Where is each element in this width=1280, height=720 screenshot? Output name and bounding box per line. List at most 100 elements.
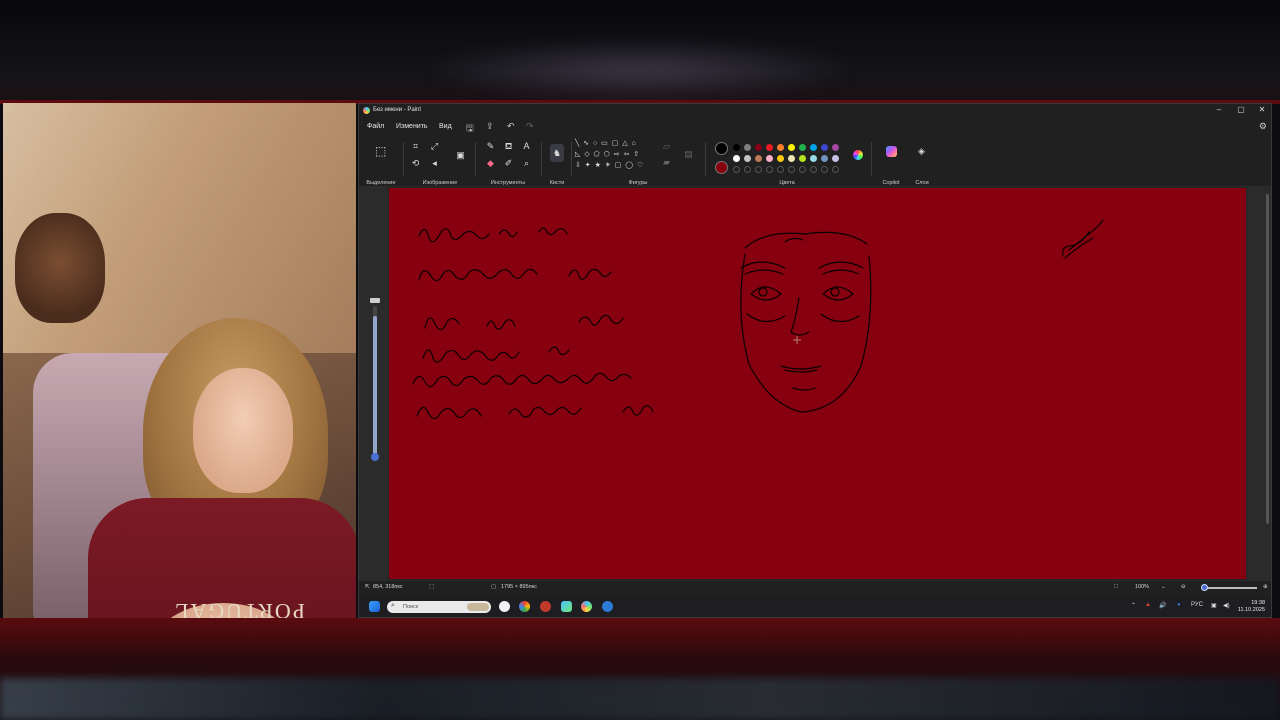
primary-color-swatch[interactable]	[715, 142, 728, 155]
selection-rect-icon[interactable]: ⬚	[375, 145, 386, 157]
save-icon[interactable]: 🖫	[466, 121, 474, 137]
custom-color-slot[interactable]	[799, 166, 806, 173]
copilot-icon[interactable]	[886, 146, 897, 157]
tray-app-icon[interactable]: ●	[1177, 602, 1181, 608]
fit-to-window-icon[interactable]: ⛶	[1114, 584, 1118, 591]
resize-icon[interactable]: ⤢	[429, 141, 440, 152]
color-swatch[interactable]	[832, 155, 839, 162]
flip-icon[interactable]: ◂	[429, 158, 440, 169]
color-swatch[interactable]	[821, 144, 828, 151]
color-swatch[interactable]	[799, 144, 806, 151]
rotate-icon[interactable]: ⟲	[410, 158, 421, 169]
scribble-line-6	[416, 405, 654, 420]
brush-size-slider[interactable]	[370, 298, 380, 461]
vertical-scrollbar[interactable]	[1266, 194, 1269, 524]
app-icon-blue[interactable]	[602, 601, 613, 612]
taskbar-search[interactable]: ⌕ Поиск	[387, 601, 491, 613]
system-clock[interactable]: 19:38 11.10.2025	[1238, 600, 1265, 614]
speaker-icon[interactable]: ◀)	[1223, 602, 1230, 609]
color-swatch[interactable]	[810, 144, 817, 151]
zoom-out-icon[interactable]: ⊖	[1181, 584, 1186, 590]
color-swatch[interactable]	[766, 155, 773, 162]
eraser-icon[interactable]: ◆	[485, 158, 496, 169]
text-tool-icon[interactable]: A	[521, 141, 532, 152]
app-icon-active[interactable]	[561, 601, 572, 612]
maximize-button[interactable]: ▢	[1234, 105, 1248, 114]
color-swatch[interactable]	[733, 155, 740, 162]
volume-icon[interactable]: 🔊	[1159, 602, 1166, 609]
close-button[interactable]: ✕	[1255, 105, 1269, 114]
canvas-workspace	[359, 186, 1271, 581]
color-swatch[interactable]	[788, 144, 795, 151]
zoom-in-icon[interactable]: ⊕	[1263, 584, 1268, 590]
zoom-dropdown-icon[interactable]: ⌄	[1161, 584, 1166, 590]
custom-color-slot[interactable]	[755, 166, 762, 173]
color-swatch[interactable]	[744, 144, 751, 151]
ribbon-divider	[705, 142, 706, 176]
shapes-row3-icon[interactable]: ⇩ ✦ ★ ✶ ▢ ◯ ♡	[575, 160, 655, 171]
redo-icon[interactable]: ↷	[526, 121, 534, 132]
custom-color-slot[interactable]	[821, 166, 828, 173]
ribbon-divider	[541, 142, 542, 176]
custom-color-slot[interactable]	[810, 166, 817, 173]
network-icon[interactable]: ▣	[1211, 602, 1217, 609]
color-swatch[interactable]	[832, 144, 839, 151]
fill-bucket-icon[interactable]: ⛾	[503, 141, 514, 152]
chrome-icon[interactable]	[519, 601, 530, 612]
start-windows-icon[interactable]	[369, 601, 380, 612]
color-swatch[interactable]	[788, 155, 795, 162]
slider-knob[interactable]	[371, 453, 379, 461]
color-swatch[interactable]	[755, 144, 762, 151]
custom-color-slot[interactable]	[788, 166, 795, 173]
undo-icon[interactable]: ↶	[507, 121, 515, 132]
shapes-row2-icon[interactable]: ◺ ◇ ⬠ ⬡ ⇨ ⇦ ⇧	[575, 149, 655, 160]
custom-color-slot[interactable]	[744, 166, 751, 173]
color-swatch[interactable]	[799, 155, 806, 162]
drawing-canvas[interactable]	[389, 188, 1246, 579]
search-placeholder: Поиск	[403, 604, 419, 610]
canvas-drawing	[412, 219, 1104, 420]
tray-alert-icon[interactable]: ▲	[1145, 602, 1151, 608]
custom-color-slot[interactable]	[733, 166, 740, 173]
language-indicator[interactable]: РУС	[1191, 602, 1203, 608]
color-swatch[interactable]	[777, 155, 784, 162]
layers-icon[interactable]: ◈	[916, 146, 927, 157]
image-select-icon[interactable]: ▣	[455, 150, 466, 161]
shape-size-icon[interactable]: ▤	[683, 149, 694, 160]
zoom-slider-knob[interactable]	[1201, 584, 1208, 591]
edit-colors-icon[interactable]	[853, 150, 863, 160]
custom-color-slot[interactable]	[777, 166, 784, 173]
color-swatch[interactable]	[777, 144, 784, 151]
menu-view[interactable]: Вид	[439, 123, 452, 130]
fill-style-icon[interactable]: ▰	[661, 157, 672, 168]
menu-file[interactable]: Файл	[367, 123, 384, 130]
zoom-value[interactable]: 100%	[1135, 584, 1149, 590]
yandex-browser-icon[interactable]	[499, 601, 510, 612]
custom-color-slot[interactable]	[832, 166, 839, 173]
settings-gear-icon[interactable]: ⚙	[1259, 121, 1267, 132]
share-icon[interactable]: ⇪	[486, 121, 494, 132]
paint-taskbar-icon[interactable]	[581, 601, 592, 612]
minimize-button[interactable]: –	[1212, 105, 1226, 114]
color-picker-icon[interactable]: ✐	[503, 158, 514, 169]
color-swatch[interactable]	[810, 155, 817, 162]
brush-icon[interactable]: ♞	[550, 144, 564, 162]
crop-icon[interactable]: ⌗	[410, 141, 421, 152]
magnifier-icon[interactable]: ⌕	[521, 158, 532, 169]
color-swatch[interactable]	[744, 155, 751, 162]
menu-edit[interactable]: Изменить	[396, 123, 428, 130]
color-swatch[interactable]	[821, 155, 828, 162]
custom-color-slot[interactable]	[766, 166, 773, 173]
secondary-color-swatch[interactable]	[715, 161, 728, 174]
window-title: Без имени - Paint	[373, 107, 422, 113]
color-swatch[interactable]	[733, 144, 740, 151]
zoom-slider[interactable]	[1207, 587, 1257, 589]
shapes-row1-icon[interactable]: ╲ ∿ ○ ▭ ▢ △ ⌂	[575, 138, 655, 149]
outline-icon[interactable]: ▱	[661, 141, 672, 152]
pencil-icon[interactable]: ✎	[485, 141, 496, 152]
clock-time: 19:38	[1251, 600, 1265, 606]
color-swatch[interactable]	[755, 155, 762, 162]
app-icon-red[interactable]	[540, 601, 551, 612]
tray-chevron-icon[interactable]: ⌃	[1131, 602, 1136, 609]
color-swatch[interactable]	[766, 144, 773, 151]
